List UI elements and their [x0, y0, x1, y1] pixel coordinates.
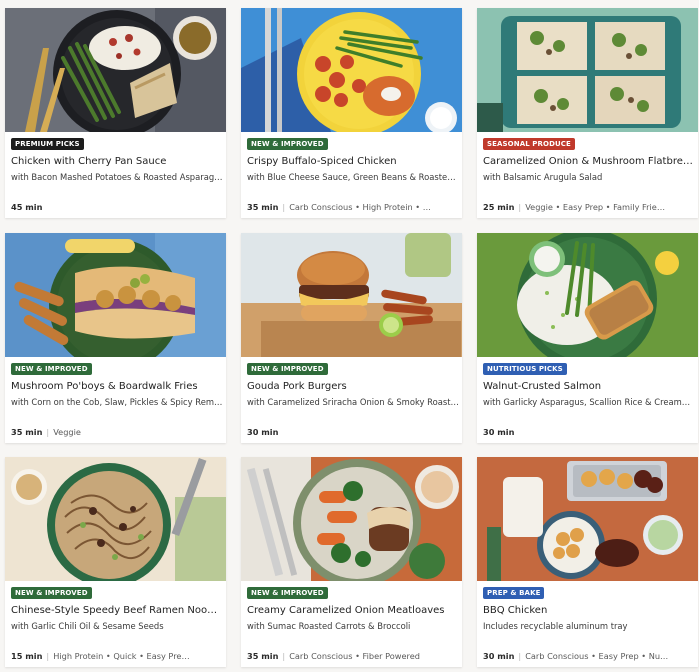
recipe-badge: NEW & IMPROVED — [247, 587, 328, 599]
recipe-time: 30 min — [483, 651, 515, 661]
recipe-badge: NEW & IMPROVED — [11, 363, 92, 375]
recipe-title[interactable]: Caramelized Onion & Mushroom Flatbreads — [483, 155, 695, 169]
recipe-time: 35 min — [11, 427, 43, 437]
recipe-photo-flatbreads — [477, 8, 698, 132]
recipe-photo-gouda-burgers — [241, 233, 462, 357]
recipe-card[interactable]: NUTRITIOUS PICKS Walnut-Crusted Salmon w… — [477, 233, 698, 443]
recipe-tags: High Protein • Quick • Easy Pre… — [53, 651, 190, 661]
recipe-badge: NUTRITIOUS PICKS — [483, 363, 567, 375]
recipe-photo[interactable] — [477, 8, 698, 132]
recipe-title[interactable]: Gouda Pork Burgers — [247, 380, 459, 394]
recipe-photo-chicken-cherry — [5, 8, 226, 132]
recipe-tags: Carb Conscious • Fiber Powered — [289, 651, 420, 661]
recipe-title[interactable]: Walnut-Crusted Salmon — [483, 380, 695, 394]
recipe-card[interactable]: NEW & IMPROVED Chinese-Style Speedy Beef… — [5, 457, 226, 667]
recipe-tags: Carb Conscious • High Protein • … — [289, 202, 431, 212]
recipe-meta: 25 min | Veggie • Easy Prep • Family Frie… — [483, 202, 666, 212]
recipe-card[interactable]: PREMIUM PICKS Chicken with Cherry Pan Sa… — [5, 8, 226, 218]
recipe-title[interactable]: Chicken with Cherry Pan Sauce — [11, 155, 223, 169]
recipe-subtitle: with Garlicky Asparagus, Scallion Rice &… — [483, 397, 695, 407]
recipe-tags: Veggie • Easy Prep • Family Frie… — [525, 202, 666, 212]
recipe-meta: 35 min | Veggie — [11, 427, 81, 437]
recipe-photo-buffalo-chicken — [241, 8, 462, 132]
recipe-card[interactable]: NEW & IMPROVED Creamy Caramelized Onion … — [241, 457, 462, 667]
recipe-meta: 30 min — [247, 426, 459, 438]
recipe-meta: 35 min | Carb Conscious • High Protein • … — [247, 202, 431, 212]
recipe-card[interactable]: NEW & IMPROVED Crispy Buffalo-Spiced Chi… — [241, 8, 462, 218]
recipe-title[interactable]: Crispy Buffalo-Spiced Chicken — [247, 155, 459, 169]
recipe-time: 30 min — [247, 427, 279, 437]
recipe-meta: 30 min — [483, 426, 695, 438]
recipe-meta: 30 min | Carb Conscious • Easy Prep • Nu… — [483, 651, 669, 661]
recipe-subtitle: with Sumac Roasted Carrots & Broccoli — [247, 621, 411, 631]
recipe-photo-salmon — [477, 233, 698, 357]
recipe-photo[interactable] — [241, 8, 462, 132]
recipe-time: 35 min — [247, 651, 279, 661]
recipe-photo-bbq-chicken — [477, 457, 698, 581]
recipe-card[interactable]: PREP & BAKE BBQ Chicken Includes recycla… — [477, 457, 698, 667]
recipe-subtitle: with Caramelized Sriracha Onion & Smoky … — [247, 397, 459, 407]
recipe-photo-meatloaves — [241, 457, 462, 581]
recipe-photo-poboys — [5, 233, 226, 357]
recipe-time: 35 min — [247, 202, 279, 212]
recipe-time: 30 min — [483, 427, 515, 437]
recipe-subtitle: with Corn on the Cob, Slaw, Pickles & Sp… — [11, 397, 223, 407]
recipe-subtitle: with Blue Cheese Sauce, Green Beans & Ro… — [247, 172, 459, 182]
recipe-photo[interactable] — [241, 233, 462, 357]
recipe-badge: NEW & IMPROVED — [247, 138, 328, 150]
recipe-photo[interactable] — [477, 233, 698, 357]
recipe-title[interactable]: BBQ Chicken — [483, 604, 695, 618]
recipe-meta: 35 min | Carb Conscious • Fiber Powered — [247, 651, 420, 661]
recipe-photo[interactable] — [5, 8, 226, 132]
recipe-subtitle: with Balsamic Arugula Salad — [483, 172, 603, 182]
recipe-photo-beef-ramen — [5, 457, 226, 581]
recipe-badge: SEASONAL PRODUCE — [483, 138, 575, 150]
recipe-badge: NEW & IMPROVED — [11, 587, 92, 599]
recipe-time: 15 min — [11, 651, 43, 661]
recipe-card[interactable]: SEASONAL PRODUCE Caramelized Onion & Mus… — [477, 8, 698, 218]
recipe-tags: Carb Conscious • Easy Prep • Nu… — [525, 651, 669, 661]
recipe-badge: PREMIUM PICKS — [11, 138, 84, 150]
recipe-time: 25 min — [483, 202, 515, 212]
recipe-meta: 15 min | High Protein • Quick • Easy Pre… — [11, 651, 190, 661]
recipe-subtitle: with Bacon Mashed Potatoes & Roasted Asp… — [11, 172, 223, 182]
recipe-photo[interactable] — [477, 457, 698, 581]
recipe-badge: NEW & IMPROVED — [247, 363, 328, 375]
recipe-title[interactable]: Mushroom Po'boys & Boardwalk Fries — [11, 380, 223, 394]
recipe-photo[interactable] — [241, 457, 462, 581]
recipe-card[interactable]: NEW & IMPROVED Mushroom Po'boys & Boardw… — [5, 233, 226, 443]
recipe-subtitle: Includes recyclable aluminum tray — [483, 621, 628, 631]
recipe-card[interactable]: NEW & IMPROVED Gouda Pork Burgers with C… — [241, 233, 462, 443]
recipe-photo[interactable] — [5, 457, 226, 581]
recipe-title[interactable]: Chinese-Style Speedy Beef Ramen Noodles — [11, 604, 223, 618]
recipe-subtitle: with Garlic Chili Oil & Sesame Seeds — [11, 621, 164, 631]
recipe-time: 45 min — [11, 202, 43, 212]
recipe-photo[interactable] — [5, 233, 226, 357]
recipe-title[interactable]: Creamy Caramelized Onion Meatloaves — [247, 604, 459, 618]
recipe-badge: PREP & BAKE — [483, 587, 545, 599]
recipe-meta: 45 min — [11, 201, 223, 213]
recipe-tags: Veggie — [53, 427, 81, 437]
